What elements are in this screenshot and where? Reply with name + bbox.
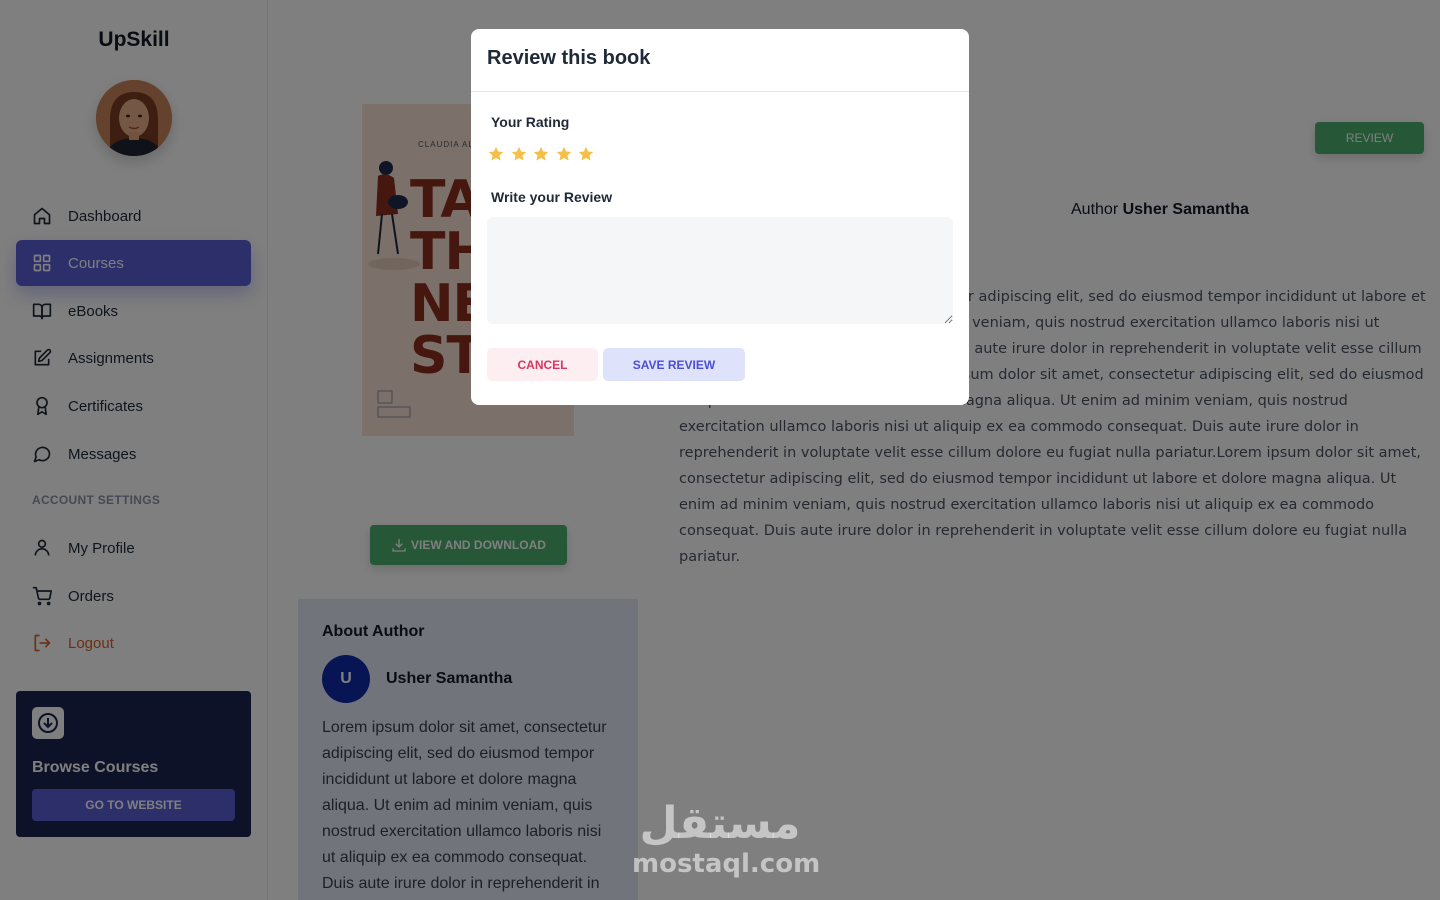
star-rating[interactable] [487,145,600,163]
star-icon[interactable] [487,145,505,163]
watermark-arabic: مستقل [639,798,801,849]
watermark-latin: mostaql.com [632,849,821,879]
cancel-button[interactable]: CANCEL [487,348,598,381]
star-icon[interactable] [510,145,528,163]
save-review-button[interactable]: SAVE REVIEW [603,348,745,381]
modal-title: Review this book [487,47,651,69]
rating-label: Your Rating [491,114,570,130]
review-label: Write your Review [491,189,613,205]
review-modal: Review this book Your Rating Write your … [471,29,969,405]
star-icon[interactable] [555,145,573,163]
modal-header: Review this book [471,29,969,92]
star-icon[interactable] [577,145,595,163]
watermark: مستقل mostaql.com [632,798,821,879]
review-textarea[interactable] [487,217,953,324]
star-icon[interactable] [532,145,550,163]
